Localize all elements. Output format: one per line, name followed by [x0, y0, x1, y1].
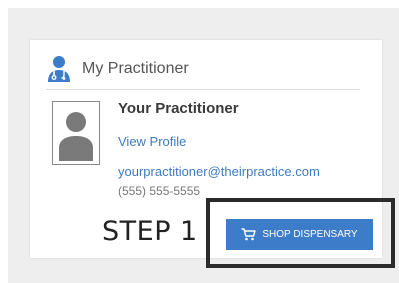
card-title: My Practitioner	[82, 60, 189, 77]
person-silhouette-icon	[56, 105, 96, 161]
shop-dispensary-button[interactable]: SHOP DISPENSARY	[226, 219, 373, 250]
practitioner-info: Your Practitioner View Profile yourpract…	[118, 100, 320, 198]
practitioner-name: Your Practitioner	[118, 100, 239, 117]
practitioner-phone: (555) 555-5555	[118, 184, 201, 198]
shop-dispensary-label: SHOP DISPENSARY	[262, 229, 358, 240]
doctor-icon	[48, 56, 70, 82]
cart-icon	[241, 228, 257, 241]
avatar	[52, 101, 100, 165]
practitioner-email-link[interactable]: yourpractitioner@theirpractice.com	[118, 164, 320, 180]
card-header: My Practitioner	[46, 54, 189, 84]
view-profile-link[interactable]: View Profile	[118, 134, 320, 150]
header-divider	[46, 89, 360, 90]
step-annotation: STEP 1	[102, 216, 198, 247]
